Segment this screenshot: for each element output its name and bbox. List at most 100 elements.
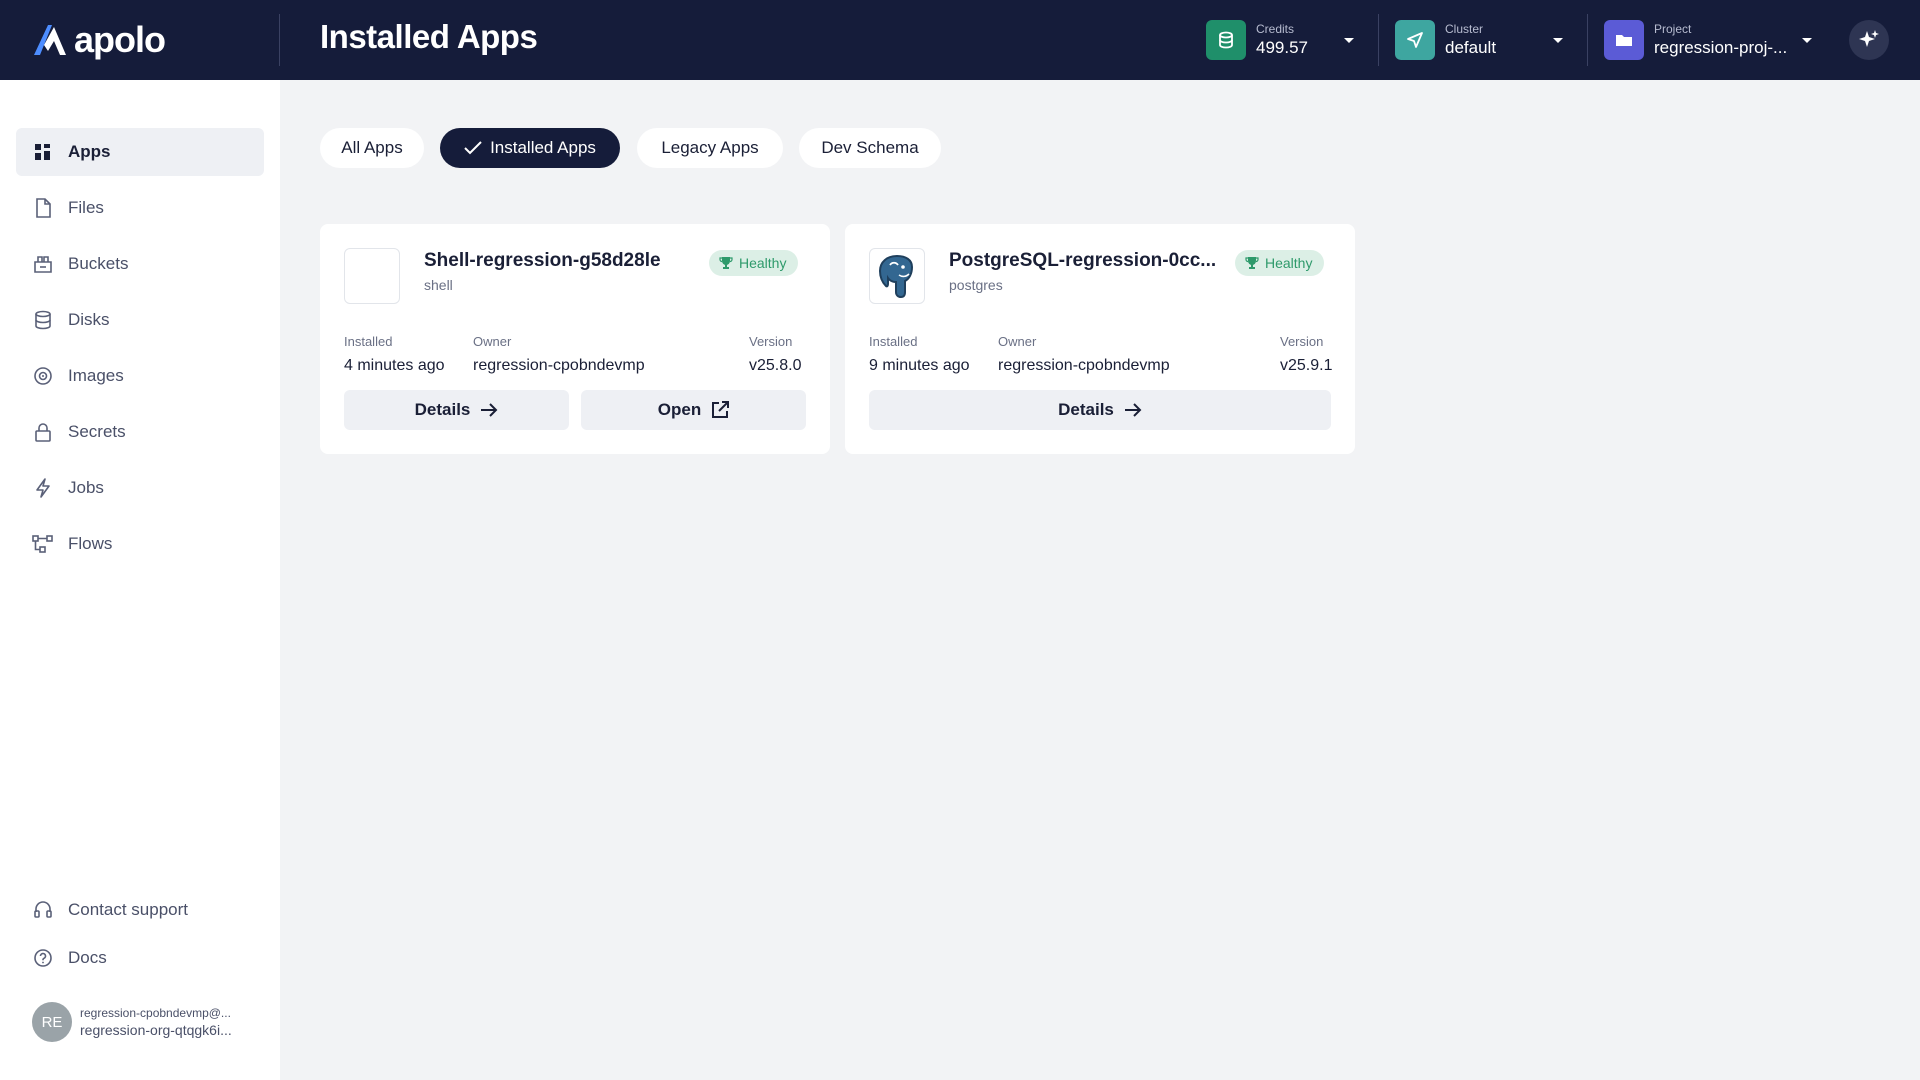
database-icon — [32, 309, 54, 331]
status-badge: Healthy — [1235, 250, 1325, 276]
button-label: Open — [657, 400, 702, 419]
tab-installed-apps[interactable]: Installed Apps — [440, 128, 620, 168]
folder-icon — [1604, 20, 1644, 60]
project-selector[interactable]: Project regression-proj-... — [1604, 18, 1787, 62]
owner-label: Owner — [473, 334, 512, 349]
help-circle-icon — [32, 947, 54, 969]
ai-assistant-button[interactable] — [1849, 20, 1889, 60]
avatar: RE — [32, 1002, 72, 1042]
tab-dev-schema[interactable]: Dev Schema — [799, 128, 941, 168]
open-button[interactable]: Open — [581, 390, 806, 430]
sidebar-item-images[interactable]: Images — [16, 352, 264, 400]
credits-selector[interactable]: Credits 499.57 — [1206, 18, 1308, 62]
status-badge: Healthy — [709, 250, 799, 276]
owner-value: regression-cpobndevmp — [998, 357, 1170, 374]
tab-legacy-apps[interactable]: Legacy Apps — [637, 128, 783, 168]
apps-grid-icon — [32, 141, 54, 163]
page-title: Installed Apps — [320, 18, 538, 55]
app-type: shell — [424, 277, 453, 293]
sidebar-item-disks[interactable]: Disks — [16, 296, 264, 344]
user-email: regression-cpobndevmp@... — [80, 1006, 231, 1020]
sidebar-item-apps[interactable]: Apps — [16, 128, 264, 176]
arrow-right-icon — [480, 402, 498, 418]
owner-label: Owner — [998, 334, 1037, 349]
details-button[interactable]: Details — [869, 390, 1331, 430]
chevron-down-icon[interactable] — [1802, 38, 1812, 43]
app-name: PostgreSQL-regression-0cc... — [949, 250, 1217, 271]
file-icon — [32, 197, 54, 219]
user-profile[interactable]: RE regression-cpobndevmp@... regression-… — [32, 1002, 232, 1042]
apolo-logo-mark-icon — [34, 25, 66, 55]
sidebar-item-jobs[interactable]: Jobs — [16, 464, 264, 512]
sidebar-item-label: Images — [68, 366, 124, 385]
bucket-icon — [32, 253, 54, 275]
divider — [1587, 14, 1588, 66]
app-type: postgres — [949, 277, 1003, 293]
sidebar-item-buckets[interactable]: Buckets — [16, 240, 264, 288]
shell-app-icon — [344, 248, 400, 304]
sidebar-item-label: Files — [68, 198, 104, 217]
app-name: Shell-regression-g58d28le — [424, 250, 661, 271]
image-disc-icon — [32, 365, 54, 387]
tab-label: Installed Apps — [490, 138, 596, 157]
version-label: Version — [749, 334, 793, 349]
divider — [279, 14, 280, 66]
trophy-icon — [719, 256, 733, 270]
sparkle-icon — [1859, 30, 1879, 47]
details-button[interactable]: Details — [344, 390, 569, 430]
sidebar-item-flows[interactable]: Flows — [16, 520, 264, 568]
sidebar-footer-label: Docs — [68, 948, 107, 967]
trophy-icon — [1245, 256, 1259, 270]
headset-icon — [32, 899, 54, 921]
sidebar-item-files[interactable]: Files — [16, 184, 264, 232]
status-text: Healthy — [739, 255, 787, 271]
cluster-value: default — [1445, 37, 1497, 57]
contact-support-link[interactable]: Contact support — [16, 886, 264, 934]
project-value: regression-proj-... — [1654, 37, 1788, 57]
app-card: PostgreSQL-regression-0cc... postgres He… — [845, 224, 1355, 454]
cluster-selector[interactable]: Cluster default — [1395, 18, 1496, 62]
apolo-logo[interactable]: apolo — [30, 19, 166, 60]
sidebar-item-label: Flows — [68, 534, 113, 553]
chevron-down-icon[interactable] — [1553, 38, 1563, 43]
lightning-icon — [32, 477, 54, 499]
tab-all-apps[interactable]: All Apps — [320, 128, 424, 168]
tab-label: All Apps — [341, 138, 403, 157]
chevron-down-icon[interactable] — [1344, 38, 1354, 43]
external-link-icon — [711, 401, 730, 419]
button-label: Details — [1058, 400, 1114, 419]
postgres-elephant-icon — [869, 248, 925, 304]
sidebar-item-label: Disks — [68, 310, 110, 329]
installed-value: 4 minutes ago — [344, 357, 445, 374]
lock-icon — [32, 421, 54, 443]
send-icon — [1395, 20, 1435, 60]
user-org: regression-org-qtqgk6i... — [80, 1022, 232, 1038]
sidebar-footer-label: Contact support — [68, 900, 189, 919]
version-value: v25.8.0 — [749, 357, 802, 374]
credits-value: 499.57 — [1256, 37, 1308, 57]
installed-label: Installed — [869, 334, 918, 349]
tab-label: Legacy Apps — [661, 138, 759, 157]
arrow-right-icon — [1124, 402, 1142, 418]
sidebar-item-label: Secrets — [68, 422, 126, 441]
status-text: Healthy — [1265, 255, 1313, 271]
sidebar-item-label: Apps — [68, 142, 111, 161]
project-label: Project — [1654, 21, 1692, 36]
flow-icon — [32, 533, 54, 555]
app-card: Shell-regression-g58d28le shell Healthy … — [320, 224, 830, 454]
credits-label: Credits — [1256, 21, 1295, 36]
version-label: Version — [1280, 334, 1324, 349]
tab-label: Dev Schema — [821, 138, 919, 157]
version-value: v25.9.1 — [1280, 357, 1333, 374]
cluster-label: Cluster — [1445, 21, 1484, 36]
coins-icon — [1206, 20, 1246, 60]
sidebar-item-secrets[interactable]: Secrets — [16, 408, 264, 456]
logo-text: apolo — [74, 19, 166, 60]
sidebar-item-label: Buckets — [68, 254, 129, 273]
sidebar: Apps Files Buckets Disks Images Secrets — [0, 80, 280, 1080]
installed-label: Installed — [344, 334, 393, 349]
docs-link[interactable]: Docs — [16, 934, 264, 982]
divider — [1378, 14, 1379, 66]
button-label: Details — [414, 400, 471, 419]
top-bar: apolo Installed Apps Credits 499.57 Clus… — [0, 0, 1920, 80]
